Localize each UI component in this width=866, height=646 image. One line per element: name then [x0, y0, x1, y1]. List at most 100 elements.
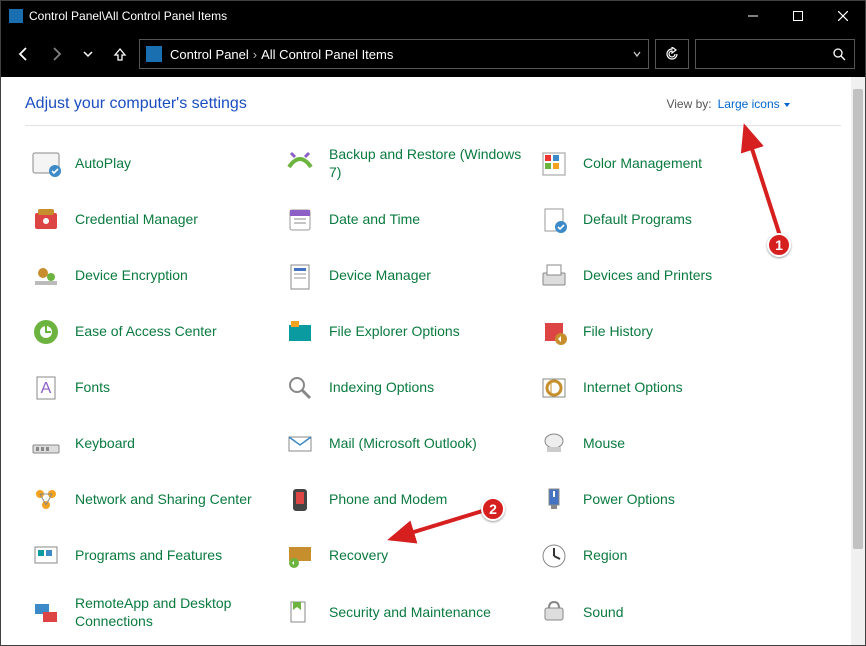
control-panel-item[interactable]: File Explorer Options: [279, 313, 529, 351]
window-title: Control Panel\All Control Panel Items: [29, 9, 227, 23]
control-panel-item[interactable]: File History: [533, 313, 783, 351]
item-icon: [29, 483, 63, 517]
item-icon: [283, 203, 317, 237]
item-label: Sound: [583, 604, 623, 622]
navbar: Control Panel › All Control Panel Items: [1, 31, 865, 77]
address-icon: [146, 46, 162, 62]
item-icon: [283, 371, 317, 405]
item-icon: [283, 315, 317, 349]
control-panel-item[interactable]: Device Manager: [279, 257, 529, 295]
back-button[interactable]: [11, 41, 37, 67]
scrollbar-thumb[interactable]: [853, 89, 863, 549]
control-panel-item[interactable]: Security and Maintenance: [279, 593, 529, 632]
item-label: Security and Maintenance: [329, 604, 491, 622]
control-panel-item[interactable]: Mail (Microsoft Outlook): [279, 425, 529, 463]
item-label: File History: [583, 323, 653, 341]
item-icon: [537, 371, 571, 405]
control-panel-item[interactable]: Credential Manager: [25, 201, 275, 239]
item-icon: [29, 315, 63, 349]
page-title: Adjust your computer's settings: [25, 95, 247, 113]
item-icon: [537, 203, 571, 237]
up-button[interactable]: [107, 41, 133, 67]
control-panel-item[interactable]: Keyboard: [25, 425, 275, 463]
item-label: Date and Time: [329, 211, 420, 229]
item-icon: [537, 259, 571, 293]
breadcrumb-chevron-icon[interactable]: ›: [253, 47, 257, 62]
svg-text:A: A: [41, 380, 52, 397]
item-label: File Explorer Options: [329, 323, 460, 341]
items-grid: AutoPlay Backup and Restore (Windows 7) …: [25, 144, 841, 632]
item-icon: [283, 147, 317, 181]
item-label: Mouse: [583, 435, 625, 453]
item-label: Fonts: [75, 379, 110, 397]
item-label: Device Encryption: [75, 267, 188, 285]
item-label: Internet Options: [583, 379, 683, 397]
item-label: Programs and Features: [75, 547, 222, 565]
control-panel-item[interactable]: Device Encryption: [25, 257, 275, 295]
control-panel-item[interactable]: Recovery: [279, 537, 529, 575]
item-label: Backup and Restore (Windows 7): [329, 146, 525, 181]
item-label: Recovery: [329, 547, 388, 565]
titlebar: Control Panel\All Control Panel Items: [1, 1, 865, 31]
address-seg-2[interactable]: All Control Panel Items: [261, 47, 393, 62]
item-icon: [29, 147, 63, 181]
control-panel-item[interactable]: Default Programs: [533, 201, 783, 239]
forward-button[interactable]: [43, 41, 69, 67]
item-label: Network and Sharing Center: [75, 491, 252, 509]
item-label: AutoPlay: [75, 155, 131, 173]
item-label: Color Management: [583, 155, 702, 173]
item-icon: [537, 483, 571, 517]
control-panel-item[interactable]: Sound: [533, 593, 783, 632]
item-icon: [29, 539, 63, 573]
scrollbar[interactable]: [851, 77, 865, 645]
control-panel-item[interactable]: Region: [533, 537, 783, 575]
item-icon: [283, 427, 317, 461]
item-label: Keyboard: [75, 435, 135, 453]
control-panel-item[interactable]: Ease of Access Center: [25, 313, 275, 351]
control-panel-item[interactable]: Devices and Printers: [533, 257, 783, 295]
item-icon: [537, 539, 571, 573]
control-panel-item[interactable]: Power Options: [533, 481, 783, 519]
content-area: Adjust your computer's settings View by:…: [1, 77, 865, 645]
item-label: Ease of Access Center: [75, 323, 217, 341]
item-label: Phone and Modem: [329, 491, 447, 509]
item-label: Indexing Options: [329, 379, 434, 397]
item-icon: [29, 203, 63, 237]
control-panel-item[interactable]: A Fonts: [25, 369, 275, 407]
item-label: Default Programs: [583, 211, 692, 229]
control-panel-item[interactable]: Mouse: [533, 425, 783, 463]
search-icon: [832, 47, 846, 61]
item-icon: [283, 596, 317, 630]
maximize-button[interactable]: [775, 1, 820, 31]
separator: [25, 125, 841, 126]
search-input[interactable]: [695, 39, 855, 69]
refresh-button[interactable]: [655, 39, 689, 69]
control-panel-item[interactable]: Backup and Restore (Windows 7): [279, 144, 529, 183]
viewby-dropdown[interactable]: Large icons: [718, 97, 791, 111]
control-panel-item[interactable]: Color Management: [533, 144, 783, 183]
control-panel-item[interactable]: Date and Time: [279, 201, 529, 239]
viewby-label: View by:: [666, 97, 711, 111]
item-label: Power Options: [583, 491, 675, 509]
item-icon: [29, 427, 63, 461]
control-panel-item[interactable]: Network and Sharing Center: [25, 481, 275, 519]
item-label: Devices and Printers: [583, 267, 712, 285]
control-panel-item[interactable]: Internet Options: [533, 369, 783, 407]
control-panel-item[interactable]: Indexing Options: [279, 369, 529, 407]
close-button[interactable]: [820, 1, 865, 31]
item-icon: [283, 483, 317, 517]
recent-dropdown-button[interactable]: [75, 41, 101, 67]
control-panel-item[interactable]: AutoPlay: [25, 144, 275, 183]
control-panel-item[interactable]: RemoteApp and Desktop Connections: [25, 593, 275, 632]
address-seg-1[interactable]: Control Panel: [170, 47, 249, 62]
item-label: Credential Manager: [75, 211, 198, 229]
control-panel-item[interactable]: Phone and Modem: [279, 481, 529, 519]
minimize-button[interactable]: [730, 1, 775, 31]
item-icon: [537, 427, 571, 461]
control-panel-item[interactable]: Programs and Features: [25, 537, 275, 575]
item-icon: [283, 259, 317, 293]
address-bar[interactable]: Control Panel › All Control Panel Items: [139, 39, 649, 69]
item-label: Region: [583, 547, 627, 565]
item-icon: [29, 596, 63, 630]
address-dropdown-icon[interactable]: [632, 47, 642, 62]
